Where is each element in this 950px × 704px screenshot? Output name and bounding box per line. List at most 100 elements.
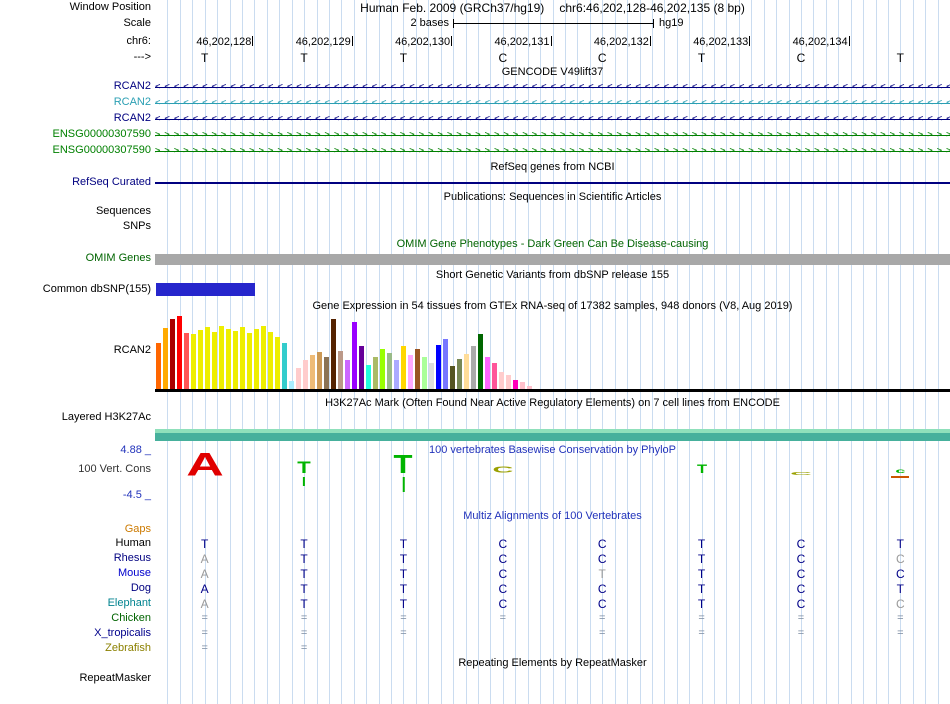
gtex-tissue-bar[interactable] [436,345,441,390]
gtex-tissue-bar[interactable] [317,352,322,390]
gtex-tissue-bar[interactable] [233,331,238,390]
gtex-tissue-bar[interactable] [303,360,308,390]
gtex-tissue-bar[interactable] [506,375,511,390]
alignment-bases-human[interactable]: TTTCCTCT [155,537,950,551]
gene-item-row: ENSG00000307590 >>>>>>>>>>>>>>>>>>>>>>>>>… [0,144,950,159]
gtex-tissue-bar[interactable] [380,349,385,390]
omim-gene-bar[interactable] [155,254,950,265]
gene-label[interactable]: ENSG00000307590 [0,144,151,156]
gene-strand-arrows[interactable]: >>>>>>>>>>>>>>>>>>>>>>>>>>>>>>>>>>>>>>>>… [155,144,950,159]
gtex-tissue-bar[interactable] [415,349,420,390]
dbsnp-label[interactable]: Common dbSNP(155) [0,283,151,295]
gtex-tissue-bar[interactable] [366,365,371,390]
gaps-label[interactable]: Gaps [0,523,151,535]
gtex-tissue-bar[interactable] [394,360,399,390]
species-label-elephant[interactable]: Elephant [0,597,151,609]
gtex-tissue-bar[interactable] [352,322,357,390]
gtex-tissue-bar[interactable] [443,339,448,390]
refseq-curated-label[interactable]: RefSeq Curated [0,176,151,188]
refseq-curated-item[interactable] [155,182,950,184]
gtex-tissue-bar[interactable] [387,353,392,390]
gene-strand-arrows[interactable]: <<<<<<<<<<<<<<<<<<<<<<<<<<<<<<<<<<<<<<<<… [155,96,950,111]
gene-label[interactable]: ENSG00000307590 [0,128,151,140]
conservation-glyph[interactable]: T [297,459,311,486]
gtex-tissue-bar[interactable] [240,327,245,390]
gtex-tissue-bar[interactable] [492,363,497,390]
gtex-tissue-bar[interactable] [338,351,343,390]
sequences-label[interactable]: Sequences [0,205,151,217]
gtex-gene-label[interactable]: RCAN2 [0,344,151,356]
gtex-tissue-bar[interactable] [429,363,434,390]
gtex-tissue-bar[interactable] [226,329,231,390]
alignment-bases-x_tropicalis[interactable]: = = = = = = = [155,627,950,639]
species-label-chicken[interactable]: Chicken [0,612,151,624]
gtex-tissue-bar[interactable] [499,372,504,390]
gtex-tissue-bar[interactable] [212,332,217,390]
gene-label[interactable]: RCAN2 [0,112,151,124]
gtex-tissue-bar[interactable] [205,327,210,390]
gtex-tissue-bar[interactable] [478,334,483,390]
gtex-tissue-bar[interactable] [275,337,280,390]
gtex-tissue-bar[interactable] [247,333,252,390]
gtex-tissue-bar[interactable] [163,328,168,390]
species-label-zebrafish[interactable]: Zebrafish [0,642,151,654]
conservation-glyph[interactable]: C [790,471,812,477]
repeatmasker-label[interactable]: RepeatMasker [0,672,151,684]
conservation-glyph[interactable]: C [492,466,513,476]
h3k27ac-label[interactable]: Layered H3K27Ac [0,411,151,423]
alignment-bases-dog[interactable]: ATTCCTCT [155,582,950,596]
gtex-tissue-bar[interactable] [261,326,266,390]
conservation-glyph[interactable]: c [891,467,910,478]
h3k27ac-signal-lower[interactable] [155,433,950,441]
gene-label[interactable]: RCAN2 [0,96,151,108]
gtex-tissue-bar[interactable] [401,346,406,390]
gtex-tissue-bar[interactable] [450,366,455,390]
gtex-tissue-bar[interactable] [464,354,469,390]
species-label-mouse[interactable]: Mouse [0,567,151,579]
species-label-dog[interactable]: Dog [0,582,151,594]
gtex-tissue-bar[interactable] [408,355,413,390]
gene-strand-arrows[interactable]: >>>>>>>>>>>>>>>>>>>>>>>>>>>>>>>>>>>>>>>>… [155,128,950,143]
gtex-tissue-bar[interactable] [198,330,203,390]
gtex-tissue-bar[interactable] [422,357,427,390]
gtex-tissue-bar[interactable] [310,355,315,390]
species-label-x_tropicalis[interactable]: X_tropicalis [0,627,151,639]
gtex-tissue-bar[interactable] [219,326,224,390]
gtex-tissue-bar[interactable] [254,329,259,390]
gtex-tissue-bar[interactable] [156,343,161,390]
gtex-tissue-bar[interactable] [457,359,462,390]
gene-label[interactable]: RCAN2 [0,80,151,92]
conservation-glyph[interactable]: A [186,449,224,483]
gtex-tissue-bar[interactable] [471,346,476,390]
dbsnp-variant-bar[interactable] [156,283,255,296]
snps-label[interactable]: SNPs [0,220,151,232]
gtex-tissue-bar[interactable] [191,334,196,390]
alignment-bases-mouse[interactable]: ATTCTTCC [155,567,950,581]
species-label-human[interactable]: Human [0,537,151,549]
gene-strand-arrows[interactable]: <<<<<<<<<<<<<<<<<<<<<<<<<<<<<<<<<<<<<<<<… [155,80,950,95]
gtex-tissue-bar[interactable] [177,316,182,390]
gtex-tissue-bar[interactable] [282,343,287,390]
gtex-tissue-bar[interactable] [296,368,301,390]
gtex-tissue-bar[interactable] [359,346,364,390]
alignment-bases-chicken[interactable]: = = = = = = = = [155,612,950,624]
phylop-track-label[interactable]: 100 Vert. Cons [0,463,151,475]
alignment-bases-elephant[interactable]: ATTCCTCC [155,597,950,611]
gtex-tissue-bar[interactable] [485,357,490,390]
gtex-tissue-bar[interactable] [184,333,189,390]
alignment-bases-rhesus[interactable]: ATTCCTCC [155,552,950,566]
gtex-expression-chart[interactable] [156,316,950,390]
gtex-tissue-bar[interactable] [268,332,273,390]
species-label-rhesus[interactable]: Rhesus [0,552,151,564]
alignment-bases-zebrafish[interactable]: = = [155,642,950,654]
omim-genes-label[interactable]: OMIM Genes [0,252,151,264]
gene-strand-arrows[interactable]: <<<<<<<<<<<<<<<<<<<<<<<<<<<<<<<<<<<<<<<<… [155,112,950,127]
gtex-tissue-bar[interactable] [324,357,329,390]
gtex-tissue-bar[interactable] [345,360,350,390]
conservation-glyph[interactable]: T [394,452,413,492]
gtex-tissue-bar[interactable] [170,319,175,390]
gtex-tissue-bar[interactable] [373,357,378,390]
conservation-glyph[interactable]: T [697,463,707,476]
gtex-tissue-bar[interactable] [331,319,336,390]
dna-sequence[interactable]: TTTCCTCT [155,51,950,65]
